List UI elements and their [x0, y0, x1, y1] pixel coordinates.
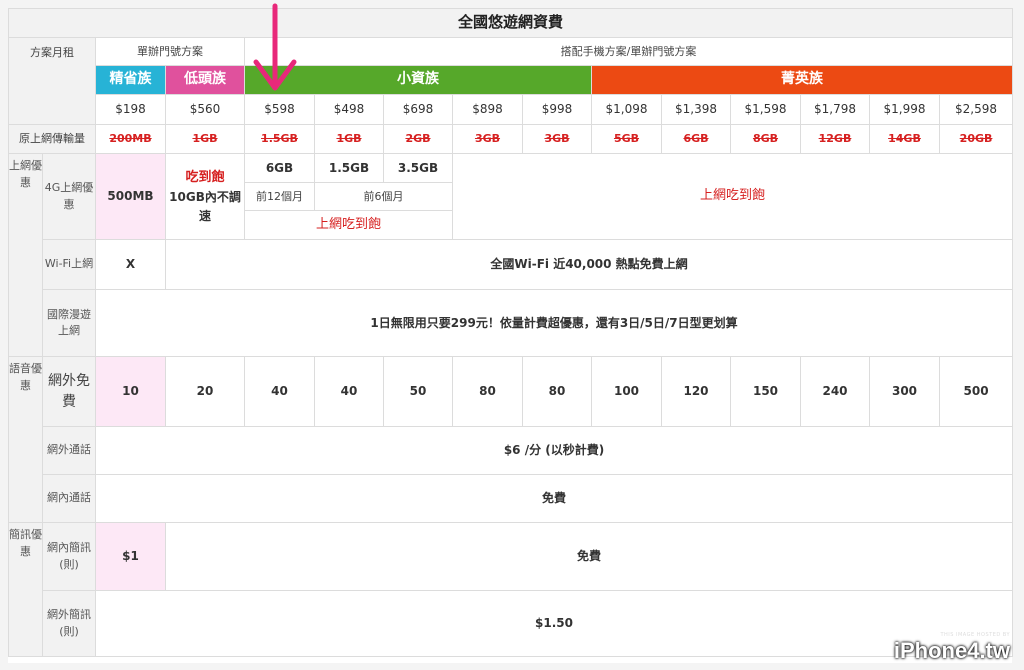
orig-data-cell: 20GB: [938, 124, 1014, 154]
unlimited-text: 吃到飽: [185, 169, 225, 185]
onnet-call-rate: 免費: [94, 474, 1014, 523]
orig-data-cell: 1GB: [165, 124, 245, 154]
orig-data-cell: 1GB: [314, 124, 384, 154]
orig-data-cell: 6GB: [661, 124, 731, 154]
voice-cell: 300: [869, 356, 940, 427]
price-cell: $598: [244, 94, 315, 125]
orig-data-cell: 12GB: [800, 124, 870, 154]
voice-cell: 40: [244, 356, 315, 427]
wifi-text: 全國Wi-Fi 近40,000 熱點免費上網: [164, 239, 1014, 290]
price-cell: $698: [383, 94, 453, 125]
price-cell: $1,598: [730, 94, 801, 125]
roaming-text: 1日無限用只要299元！依量計費超優惠，還有3日/5日/7日型更划算: [94, 289, 1014, 357]
offnet-sms-rate: $1.50: [94, 590, 1014, 657]
unlimited-big: 上網吃到飽: [451, 153, 1014, 240]
roaming-label: 國際漫遊上網: [42, 289, 96, 357]
watermark-logo: iPhone4.tw: [893, 638, 1010, 663]
price-cell: $1,098: [591, 94, 662, 125]
onnet-sms-label: 網內簡訊(則): [42, 522, 96, 591]
data-allowance-598: 6GB: [244, 153, 315, 183]
voice-cell: 500: [938, 356, 1014, 427]
offnet-call-label: 網外通話: [42, 426, 96, 475]
voice-cell: 150: [730, 356, 801, 427]
data-allowance-g2: 吃到飽 10GB內不調速: [165, 153, 245, 240]
pricing-table: 全國悠遊網資費 方案月租 單辦門號方案 搭配手機方案/單辦門號方案 精省族 低頭…: [7, 8, 1014, 657]
single-plan-header: 單辦門號方案: [95, 37, 245, 66]
offnet-sms-label: 網外簡訊(則): [42, 590, 96, 657]
wifi-g1: X: [95, 239, 166, 290]
group-label-g3: 小資族: [244, 65, 592, 95]
data-category-label: 上網優惠: [8, 153, 43, 357]
price-cell: $998: [522, 94, 592, 125]
voice-cell: 80: [452, 356, 523, 427]
voice-cell: 80: [522, 356, 592, 427]
price-cell: $2,598: [938, 94, 1014, 125]
offnet-free-label: 網外免費: [42, 356, 96, 427]
group-label-g4: 菁英族: [590, 65, 1014, 95]
sms-category-label: 簡訊優惠: [8, 522, 43, 657]
price-cell: $898: [452, 94, 523, 125]
first-12-months: 前12個月: [244, 182, 315, 211]
voice-cell: 50: [383, 356, 453, 427]
voice-cell: 40: [314, 356, 384, 427]
orig-data-cell: 3GB: [452, 124, 523, 154]
orig-data-cell: 14GB: [869, 124, 940, 154]
voice-category-label: 語音優惠: [8, 356, 43, 523]
unlimited-small: 上網吃到飽: [244, 210, 453, 240]
price-cell: $198: [95, 94, 166, 125]
price-cell: $560: [165, 94, 245, 125]
orig-data-cell: 8GB: [730, 124, 801, 154]
data-allowance-698: 3.5GB: [383, 153, 453, 183]
first-6-months: 前6個月: [314, 182, 453, 211]
pricing-table-container: 全國悠遊網資費 方案月租 單辦門號方案 搭配手機方案/單辦門號方案 精省族 低頭…: [7, 8, 1014, 663]
data-allowance-498: 1.5GB: [314, 153, 384, 183]
price-cell: $498: [314, 94, 384, 125]
price-cell: $1,398: [661, 94, 731, 125]
orig-data-cell: 2GB: [383, 124, 453, 154]
offnet-call-rate: $6 /分 (以秒計費): [94, 426, 1014, 475]
onnet-call-label: 網內通話: [42, 474, 96, 523]
onnet-sms-g1: $1: [95, 522, 166, 591]
orig-data-cell: 200MB: [95, 124, 166, 154]
price-cell: $1,998: [869, 94, 940, 125]
group-label-g1: 精省族: [95, 65, 166, 95]
wifi-label: Wi-Fi上網: [42, 239, 96, 290]
orig-data-cell: 5GB: [591, 124, 662, 154]
orig-data-cell: 3GB: [522, 124, 592, 154]
voice-cell: 10: [95, 356, 166, 427]
plan-header: 方案月租: [8, 37, 96, 125]
table-title: 全國悠遊網資費: [7, 8, 1014, 38]
bundle-plan-header: 搭配手機方案/單辦門號方案: [243, 37, 1014, 66]
voice-cell: 20: [165, 356, 245, 427]
voice-cell: 240: [800, 356, 870, 427]
4g-label: 4G上網優惠: [42, 153, 96, 240]
watermark: THIS IMAGE HOSTED BY iPhone4.tw: [894, 632, 1010, 664]
voice-cell: 120: [661, 356, 731, 427]
data-allowance-g1: 500MB: [95, 153, 166, 240]
onnet-sms-rate: 免費: [164, 522, 1014, 591]
voice-cell: 100: [591, 356, 662, 427]
group-label-g2: 低頭族: [165, 65, 245, 95]
orig-data-label: 原上網傳輸量: [8, 124, 96, 154]
orig-data-cell: 1.5GB: [244, 124, 315, 154]
price-cell: $1,798: [800, 94, 870, 125]
no-throttle-text: 10GB內不調速: [169, 189, 241, 223]
